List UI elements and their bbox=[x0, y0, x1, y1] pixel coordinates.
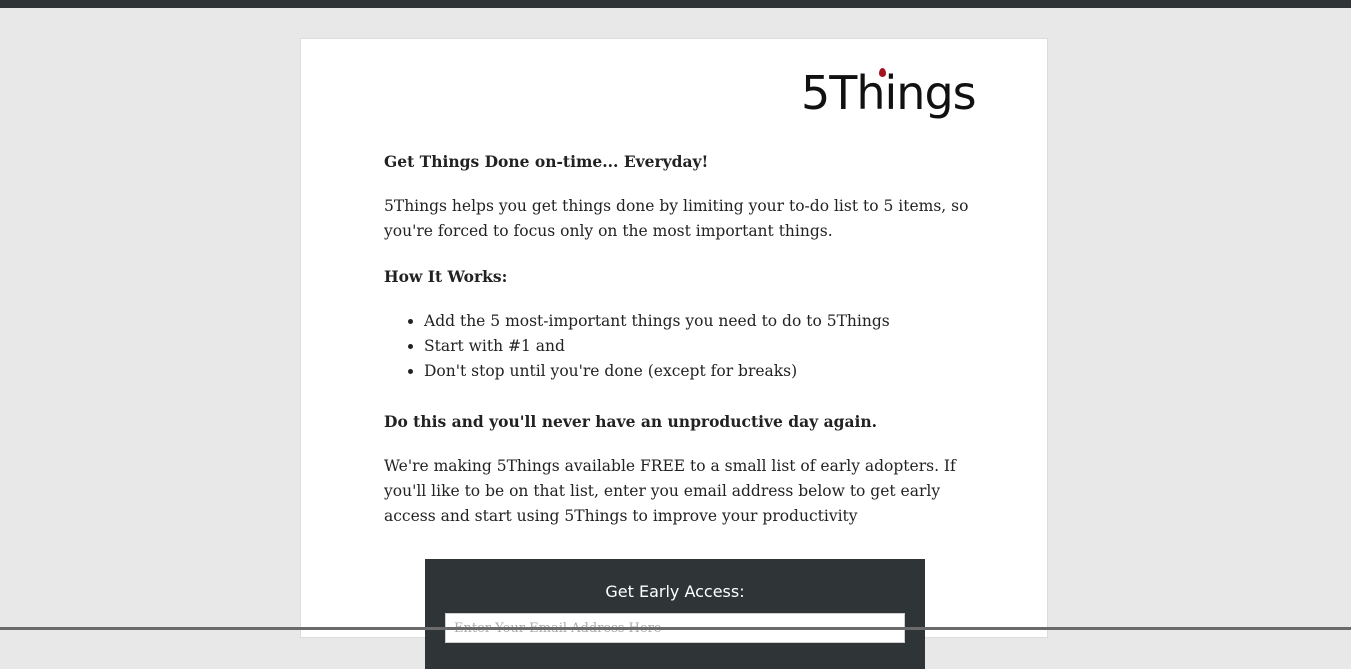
logo-dot-icon bbox=[879, 68, 886, 77]
how-it-works-heading: How It Works: bbox=[384, 267, 508, 286]
list-item: Don't stop until you're done (except for… bbox=[424, 359, 974, 384]
list-item: Start with #1 and bbox=[424, 334, 974, 359]
main-content: Get Things Done on-time... Everyday! 5Th… bbox=[384, 149, 974, 549]
brand-logo: 5Things bbox=[801, 65, 977, 121]
logo-text: 5Things bbox=[801, 66, 977, 120]
offer-paragraph: We're making 5Things available FREE to a… bbox=[384, 457, 956, 525]
signup-title: Get Early Access: bbox=[605, 582, 745, 601]
promise-heading: Do this and you'll never have an unprodu… bbox=[384, 412, 878, 431]
landing-card: 5Things Get Things Done on-time... Every… bbox=[300, 38, 1048, 669]
top-bar bbox=[0, 0, 1351, 8]
intro-paragraph: 5Things helps you get things done by lim… bbox=[384, 197, 969, 240]
signup-panel: Get Early Access: bbox=[425, 559, 925, 669]
steps-list: Add the 5 most-important things you need… bbox=[384, 309, 974, 384]
list-item: Add the 5 most-important things you need… bbox=[424, 309, 974, 334]
headline: Get Things Done on-time... Everyday! bbox=[384, 152, 709, 171]
